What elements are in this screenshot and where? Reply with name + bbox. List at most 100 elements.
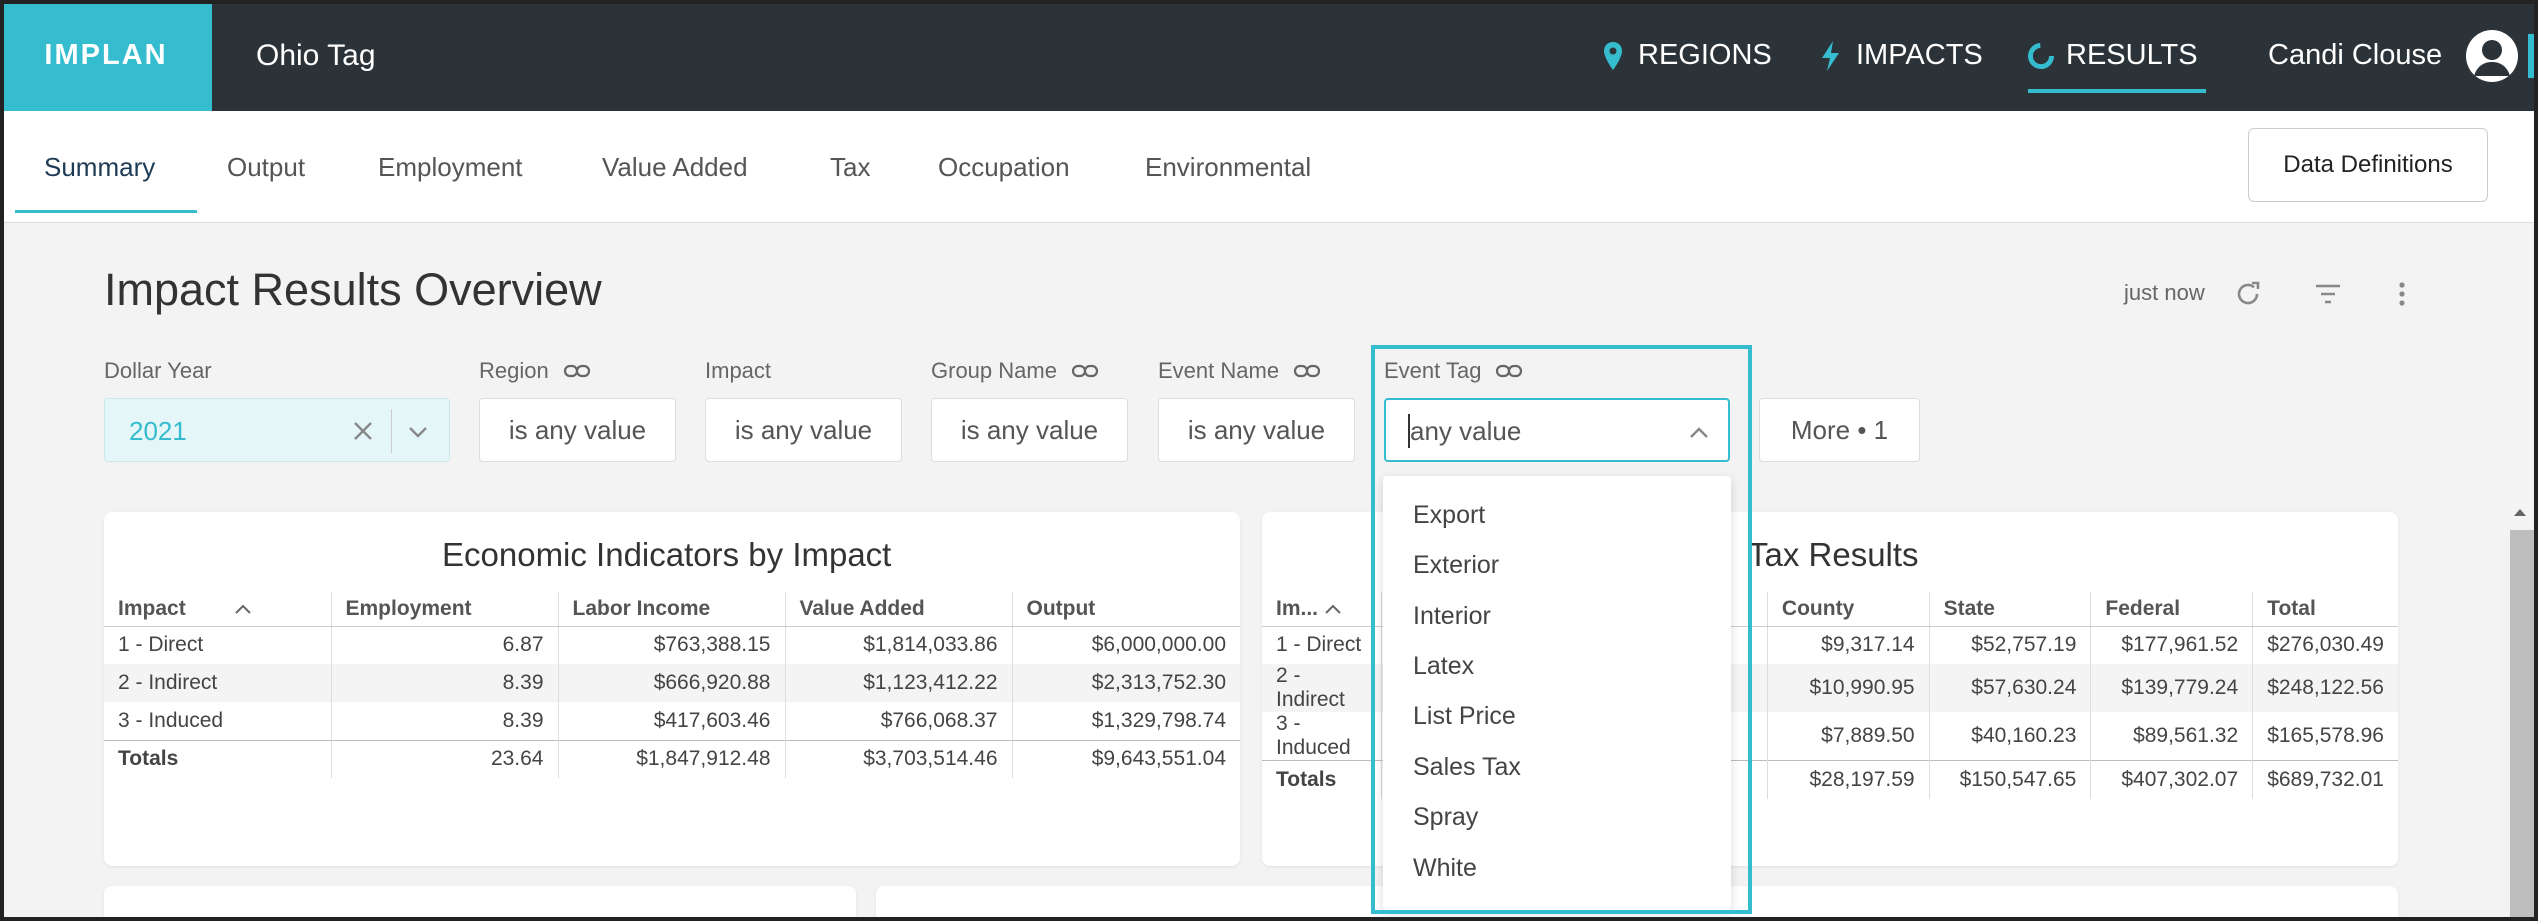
- more-filters-button[interactable]: More • 1: [1759, 398, 1920, 462]
- nav-regions[interactable]: REGIONS: [1600, 0, 1772, 111]
- dollar-year-select[interactable]: 2021: [104, 398, 450, 462]
- implan-logo[interactable]: IMPLAN: [0, 0, 212, 111]
- tab-environmental[interactable]: Environmental: [1145, 111, 1311, 223]
- region-filter[interactable]: is any value: [479, 398, 676, 462]
- table-cell: $9,317.14: [1766, 626, 1930, 664]
- column-header[interactable]: Im...: [1262, 592, 1382, 627]
- event-name-filter[interactable]: is any value: [1158, 398, 1355, 462]
- tab-tax[interactable]: Tax: [830, 111, 870, 223]
- region-label: Region: [479, 358, 591, 384]
- table-row: 1 - Direct 6.87 $763,388.15 $1,814,033.86 $6…: [104, 626, 1240, 664]
- link-icon[interactable]: [1071, 363, 1099, 379]
- column-header[interactable]: Impact: [104, 592, 331, 627]
- table-cell: Totals: [1262, 760, 1382, 799]
- filter-label-text: Event Tag: [1384, 358, 1482, 383]
- table-row: 2 - Indirect 8.39 $666,920.88 $1,123,412.22…: [104, 664, 1240, 702]
- dollar-year-label: Dollar Year: [104, 358, 212, 384]
- dropdown-option-latex[interactable]: Latex: [1413, 652, 1474, 681]
- dropdown-option-spray[interactable]: Spray: [1413, 803, 1478, 832]
- user-name[interactable]: Candi Clouse: [2268, 0, 2442, 111]
- event-tag-label: Event Tag: [1384, 358, 1523, 384]
- dollar-year-value: 2021: [129, 416, 187, 446]
- chevron-up-icon[interactable]: [1686, 420, 1712, 446]
- filter-label-text: Dollar Year: [104, 358, 212, 383]
- table-cell: $57,630.24: [1928, 664, 2091, 712]
- map-pin-icon: [1604, 41, 1622, 70]
- table-cell: $766,068.37: [784, 702, 1012, 740]
- data-definitions-button[interactable]: Data Definitions: [2248, 128, 2488, 202]
- table-cell: 1 - Direct: [118, 633, 204, 657]
- column-header[interactable]: Labor Income: [557, 592, 785, 627]
- tax-card-title: Tax Results: [1748, 536, 1919, 573]
- link-icon[interactable]: [563, 363, 591, 379]
- more-vertical-icon[interactable]: [2386, 278, 2418, 310]
- table-cell: 2 - Indirect: [1262, 664, 1382, 712]
- table-cell: $1,123,412.22: [784, 664, 1012, 702]
- dropdown-option-export[interactable]: Export: [1413, 501, 1485, 530]
- table-row: 3 - Induced 8.39 $417,603.46 $766,068.37 $1,…: [104, 702, 1240, 740]
- tab-employment[interactable]: Employment: [378, 111, 523, 223]
- column-header[interactable]: Value Added: [784, 592, 1012, 627]
- table-header-row: Impact Employment Labor Income Value Add…: [104, 592, 1240, 627]
- clear-icon[interactable]: [349, 417, 377, 445]
- table-cell: $52,757.19: [1928, 626, 2091, 664]
- table-cell: $150,547.65: [1928, 760, 2091, 799]
- filter-label-text: Event Name: [1158, 358, 1280, 383]
- dropdown-option-white[interactable]: White: [1413, 854, 1477, 883]
- table-cell: $276,030.49: [2252, 626, 2398, 664]
- dropdown-option-sales-tax[interactable]: Sales Tax: [1413, 753, 1521, 782]
- table-cell: $139,779.24: [2090, 664, 2253, 712]
- filter-label-text: Group Name: [931, 358, 1057, 383]
- column-header[interactable]: County: [1766, 592, 1930, 627]
- group-name-filter[interactable]: is any value: [931, 398, 1128, 462]
- link-icon[interactable]: [1293, 363, 1321, 379]
- nav-results[interactable]: RESULTS: [2028, 0, 2206, 111]
- economic-card-title: Economic Indicators by Impact: [442, 536, 892, 573]
- column-header[interactable]: Employment: [330, 592, 558, 627]
- nav-impacts[interactable]: IMPACTS: [1818, 0, 1983, 111]
- tab-summary[interactable]: Summary: [44, 111, 155, 223]
- last-updated: just now: [2124, 280, 2205, 305]
- totals-row: Totals 23.64 $1,847,912.48 $3,703,514.46 $9,…: [104, 739, 1240, 778]
- table-cell: 1 - Direct: [1276, 633, 1362, 657]
- nav-label: REGIONS: [1638, 39, 1772, 71]
- event-tag-input[interactable]: any value: [1410, 416, 1521, 447]
- economic-table: Impact Employment Labor Income Value Add…: [104, 592, 1240, 778]
- filter-icon[interactable]: [2312, 278, 2344, 310]
- tab-occupation[interactable]: Occupation: [938, 111, 1070, 223]
- impact-filter[interactable]: is any value: [705, 398, 902, 462]
- table-cell: $1,329,798.74: [1011, 702, 1240, 740]
- table-cell: $1,847,912.48: [557, 739, 785, 778]
- dropdown-option-list-price[interactable]: List Price: [1413, 702, 1516, 731]
- chevron-down-icon[interactable]: [405, 419, 431, 445]
- dropdown-option-interior[interactable]: Interior: [1413, 602, 1491, 631]
- table-cell: $28,197.59: [1766, 760, 1930, 799]
- refresh-icon[interactable]: [2232, 278, 2264, 310]
- column-header[interactable]: State: [1928, 592, 2091, 627]
- dropdown-option-exterior[interactable]: Exterior: [1413, 551, 1499, 580]
- impact-label: Impact: [705, 358, 771, 384]
- project-name[interactable]: Ohio Tag: [256, 0, 376, 111]
- scrollbar-thumb[interactable]: [2510, 530, 2534, 920]
- table-cell: $89,561.32: [2090, 712, 2253, 761]
- lightning-icon: [1822, 40, 1839, 71]
- table-cell: $177,961.52: [2090, 626, 2253, 664]
- table-cell: $689,732.01: [2252, 760, 2398, 799]
- column-header[interactable]: Output: [1011, 592, 1240, 627]
- avatar-icon[interactable]: [2466, 30, 2518, 82]
- tab-value-added[interactable]: Value Added: [602, 111, 748, 223]
- sort-ascending-icon[interactable]: [234, 603, 252, 615]
- table-cell: Totals: [104, 739, 331, 778]
- column-header[interactable]: Total: [2252, 592, 2398, 627]
- lower-card-left: [104, 886, 856, 921]
- event-tag-filter[interactable]: any value: [1384, 398, 1730, 462]
- table-cell: 23.64: [330, 739, 558, 778]
- scroll-up-icon[interactable]: [2510, 504, 2530, 520]
- link-icon[interactable]: [1495, 363, 1523, 379]
- divider: [391, 409, 392, 453]
- tab-output[interactable]: Output: [227, 111, 305, 223]
- table-cell: $7,889.50: [1766, 712, 1930, 761]
- sort-ascending-icon[interactable]: [1324, 603, 1342, 615]
- column-header[interactable]: Federal: [2090, 592, 2253, 627]
- event-tag-dropdown: Export Exterior Interior Latex List Pric…: [1383, 476, 1731, 910]
